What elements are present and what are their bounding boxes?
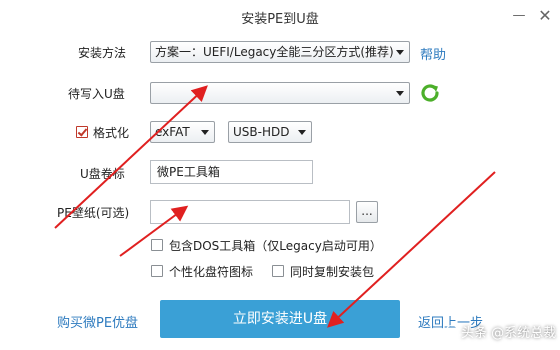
help-link[interactable]: 帮助	[420, 44, 446, 63]
target-usb-select[interactable]	[150, 82, 410, 104]
format-label: 格式化	[93, 126, 130, 140]
wallpaper-input[interactable]	[150, 200, 350, 224]
watermark: 头条 @系统总裁	[445, 322, 556, 342]
browse-button[interactable]: ...	[356, 201, 378, 223]
refresh-icon[interactable]	[418, 81, 442, 105]
watermark-text: 头条 @系统总裁	[461, 326, 557, 341]
custom-drive-icon-checkbox[interactable]	[151, 265, 163, 277]
copy-installer-checkbox[interactable]	[272, 265, 284, 277]
volume-label-label: U盘卷标	[80, 167, 125, 181]
install-method-select[interactable]: 方案一：UEFI/Legacy全能三分区方式(推荐)	[150, 41, 410, 63]
install-button[interactable]: 立即安装进U盘	[160, 300, 400, 338]
close-icon[interactable]: ✕	[534, 5, 556, 27]
chevron-down-icon	[298, 130, 306, 135]
title-bar: 安装PE到U盘 — ✕	[0, 0, 560, 34]
format-checkbox[interactable]	[76, 126, 88, 138]
buy-usb-link[interactable]: 购买微PE优盘	[57, 312, 138, 331]
chevron-down-icon	[201, 130, 209, 135]
chevron-down-icon	[396, 91, 404, 96]
chevron-down-icon	[396, 50, 404, 55]
copy-installer-label: 同时复制安装包	[290, 265, 375, 279]
boot-mode-select[interactable]: USB-HDD	[228, 121, 312, 143]
dos-toolbox-checkbox[interactable]	[151, 239, 163, 251]
dos-toolbox-label: 包含DOS工具箱（仅Legacy启动可用）	[169, 239, 382, 253]
filesystem-select[interactable]: exFAT	[150, 121, 215, 143]
minimize-icon[interactable]: —	[508, 5, 530, 27]
target-usb-label: 待写入U盘	[68, 87, 125, 101]
boot-mode-value: USB-HDD	[233, 125, 290, 139]
volume-label-input[interactable]: 微PE工具箱	[150, 160, 313, 184]
watermark-logo-icon	[445, 325, 459, 339]
install-method-value: 方案一：UEFI/Legacy全能三分区方式(推荐)	[155, 45, 394, 59]
window-title: 安装PE到U盘	[241, 12, 319, 27]
custom-drive-icon-label: 个性化盘符图标	[169, 265, 254, 279]
wallpaper-label: PE壁纸(可选)	[57, 206, 130, 220]
filesystem-value: exFAT	[155, 125, 190, 139]
install-method-label: 安装方法	[78, 46, 127, 60]
